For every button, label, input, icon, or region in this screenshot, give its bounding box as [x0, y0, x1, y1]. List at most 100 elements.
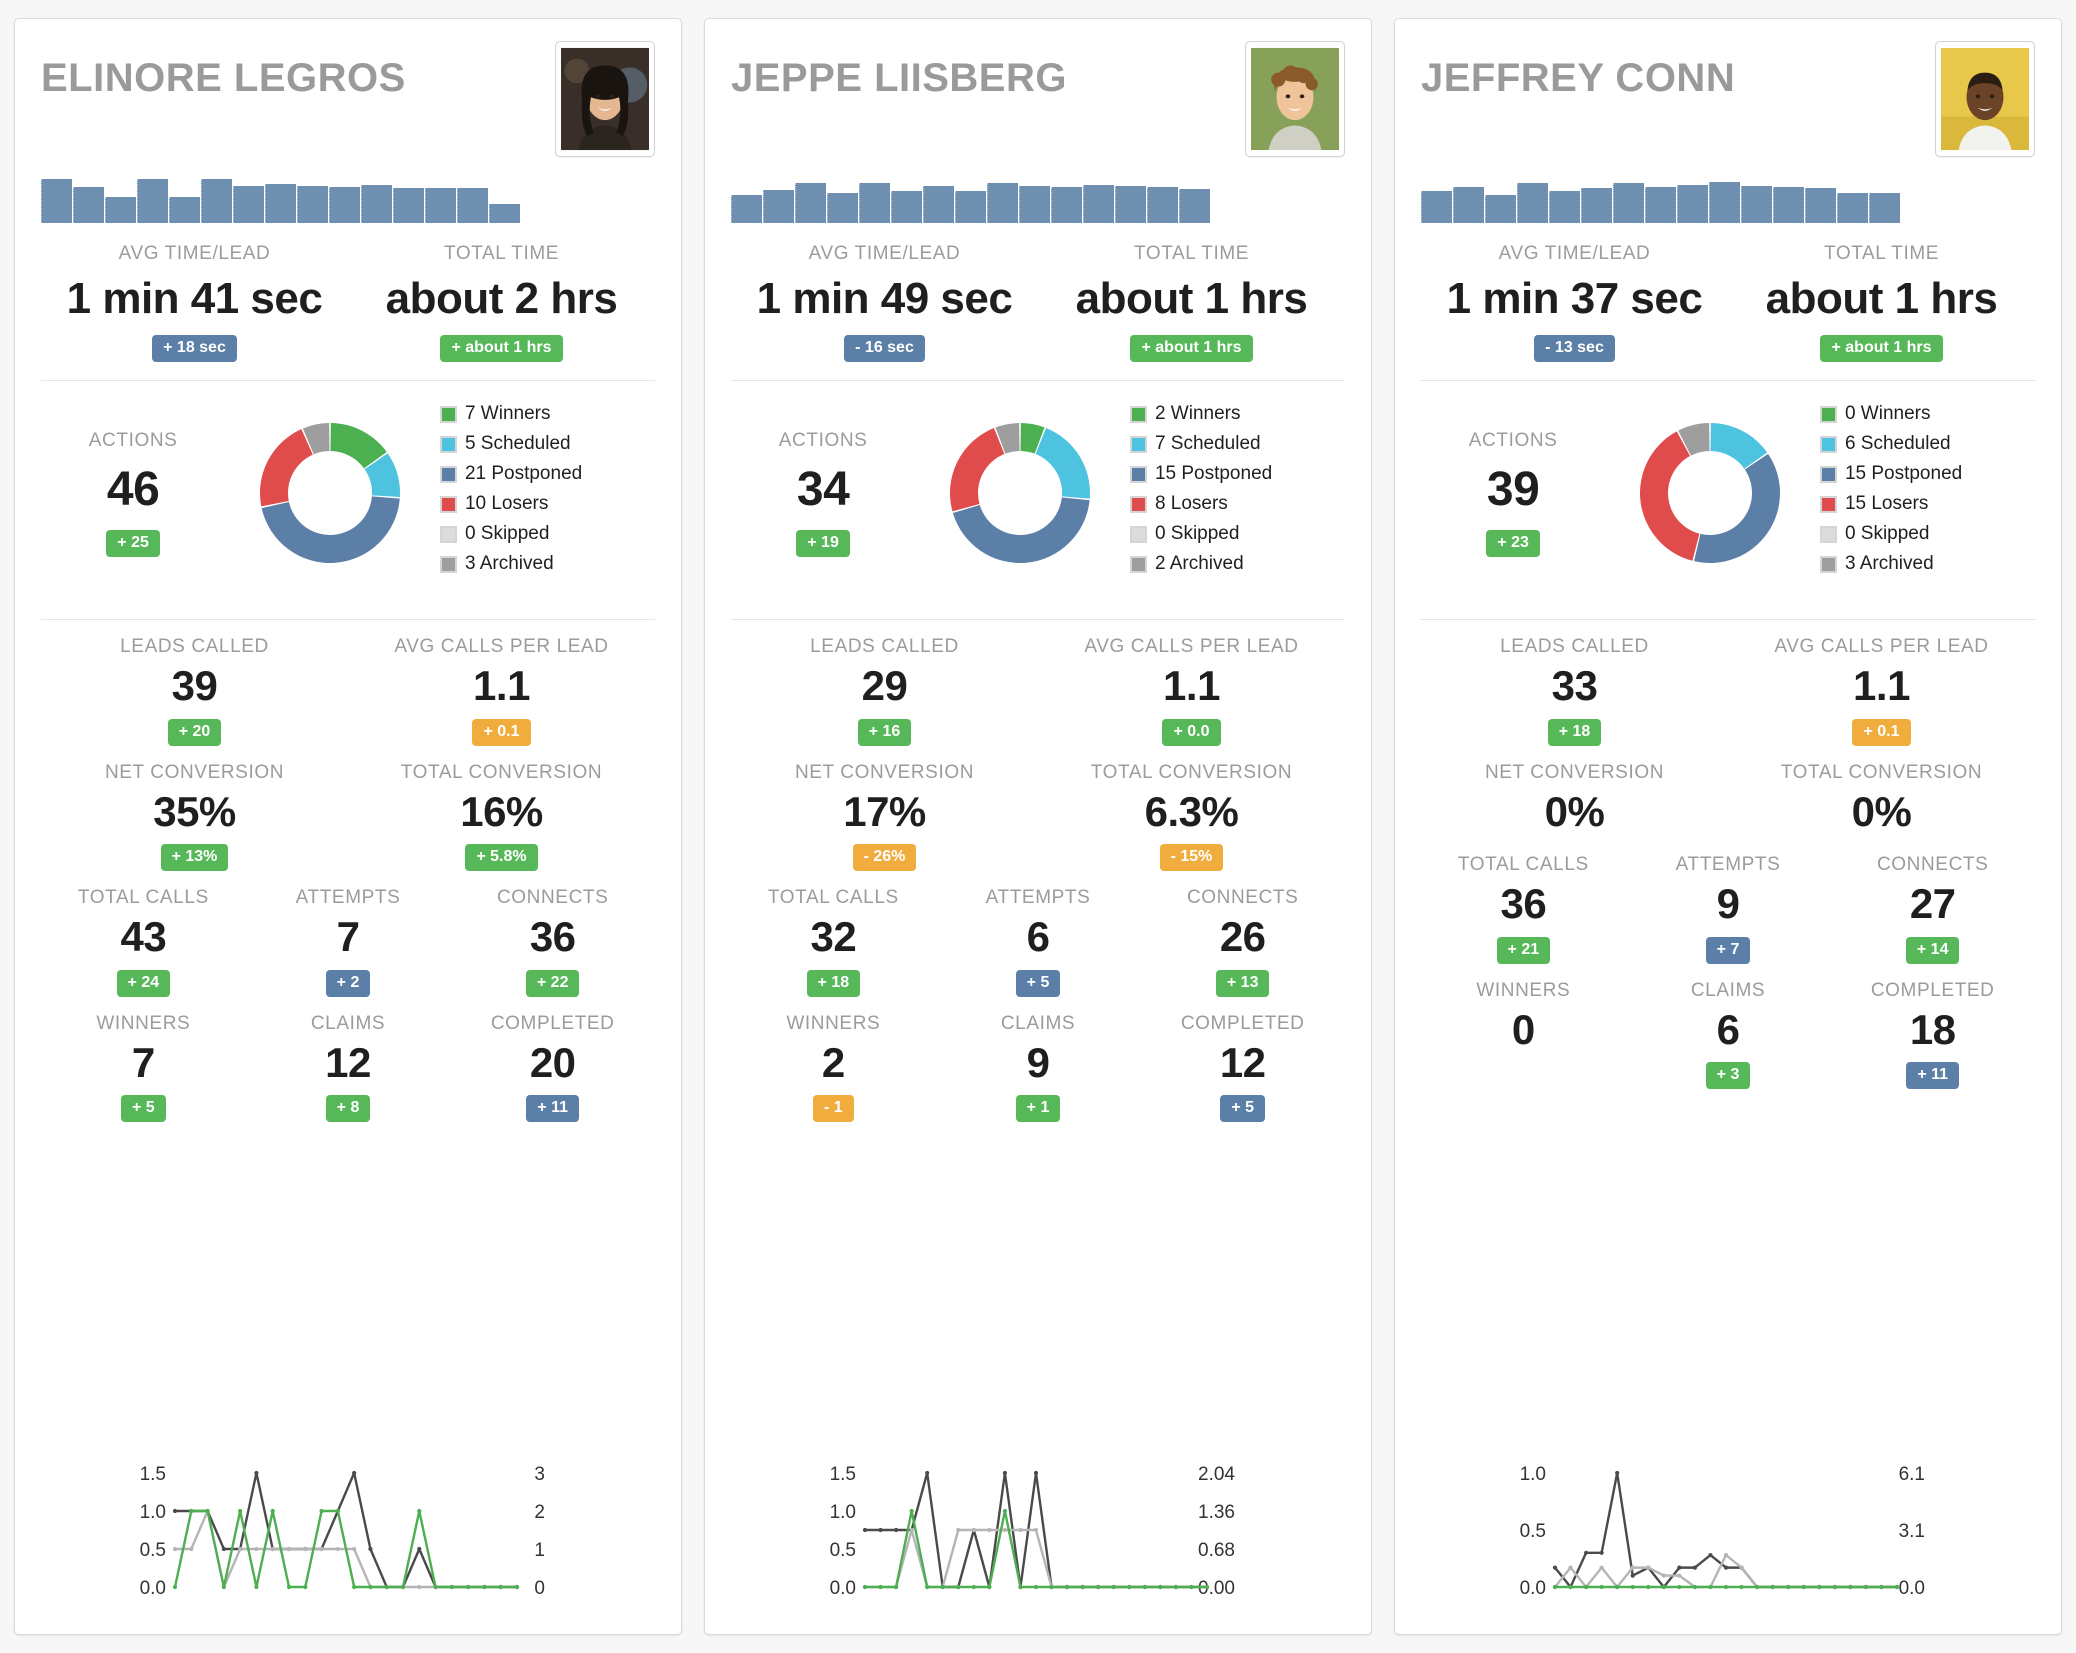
legend-item: 0 Winners [1819, 403, 2035, 425]
metric-delta-wrap-connects: + 22 [450, 964, 655, 997]
metric-value-connects: 36 [529, 913, 576, 960]
metric-value-avg-time-lead: 1 min 41 sec [66, 274, 323, 323]
actions-section: ACTIONS 46 + 25 7 Winners 5 Scheduled 21 Post… [41, 381, 655, 601]
metric-delta-total-time: + about 1 hrs [1130, 335, 1253, 362]
sparkline-bar [1549, 191, 1580, 223]
metric-value-completed: 20 [529, 1038, 576, 1086]
metric-label-total-time: TOTAL TIME [1823, 243, 1940, 264]
metric-delta-attempts: + 5 [1015, 969, 1061, 997]
metric-avg-time-lead: AVG TIME/LEAD 1 min 41 sec + 18 sec [41, 243, 348, 362]
metric-value-connects: 26 [1219, 913, 1266, 960]
legend-label: 15 Losers [1844, 493, 1929, 514]
person-name: JEPPE LIISBERG [731, 56, 1067, 100]
metric-winners: WINNERS 7 + 5 [41, 1012, 246, 1122]
metric-label-leads-called: LEADS CALLED [120, 636, 269, 657]
legend-swatch-skipped-icon [439, 525, 457, 543]
metric-claims: CLAIMS 6 + 3 [1626, 980, 1831, 1089]
legend-item: 0 Skipped [1129, 523, 1345, 545]
activity-sparkline [731, 175, 1210, 223]
metric-value-avg-calls-per-lead: 1.1 [1853, 662, 1910, 709]
svg-text:1.0: 1.0 [140, 1502, 166, 1523]
person-name: JEFFREY CONN [1421, 56, 1736, 100]
metric-value-winners: 2 [821, 1038, 845, 1086]
sparkline-bar [361, 184, 392, 223]
metric-label-winners: WINNERS [96, 1012, 191, 1034]
actions-summary: ACTIONS 34 + 19 [731, 430, 915, 557]
actions-delta: + 25 [106, 529, 160, 557]
avatar-image [561, 47, 649, 151]
card-header: ELINORE LEGROS [41, 41, 655, 181]
metric-delta-claims: + 1 [1015, 1095, 1061, 1122]
metric-delta-avg-time-lead: + 18 sec [152, 335, 237, 362]
metric-delta-attempts: + 7 [1705, 936, 1751, 964]
svg-text:0.5: 0.5 [1520, 1521, 1546, 1542]
sparkline-bar [1421, 191, 1452, 223]
metric-delta-wrap-attempts: + 5 [936, 964, 1141, 997]
sparkline-bar [1083, 184, 1114, 223]
metric-value-avg-calls-per-lead: 1.1 [473, 662, 530, 709]
legend-swatch-skipped-icon [1129, 525, 1147, 543]
conversion-metrics: NET CONVERSION 17% - 26% TOTAL CONVERSION 6.… [731, 746, 1345, 871]
metric-completed: COMPLETED 20 + 11 [450, 1013, 655, 1122]
actions-delta-wrap: + 23 [1421, 520, 1605, 557]
svg-text:1: 1 [534, 1540, 545, 1561]
metric-value-total-conversion: 0% [1851, 787, 1912, 835]
call-metrics: TOTAL CALLS 36 + 21 ATTEMPTS 9 + 7 CONNECTS 27 +… [1421, 838, 2035, 964]
avatar [1935, 41, 2035, 157]
metric-label-total-conversion: TOTAL CONVERSION [1090, 761, 1293, 783]
donut-legend: 7 Winners 5 Scheduled 21 Postponed 10 Loser… [434, 403, 655, 583]
avatar [1245, 41, 1345, 157]
metric-delta-wrap-attempts: + 7 [1626, 931, 1831, 964]
metric-delta-wrap-leads-called: + 16 [731, 713, 1038, 746]
metric-delta-wrap-claims: + 1 [936, 1089, 1141, 1122]
metric-delta-attempts: + 2 [325, 969, 371, 997]
metric-leads-called: LEADS CALLED 29 + 16 [731, 636, 1038, 746]
sparkline-bar [1869, 193, 1900, 223]
metric-value-net-conversion: 17% [843, 787, 926, 835]
metric-label-attempts: ATTEMPTS [985, 887, 1091, 908]
outcome-metrics: WINNERS 0 CLAIMS 6 + 3 COMPLETED 18 + 11 [1421, 964, 2035, 1089]
actions-section: ACTIONS 39 + 23 0 Winners 6 Scheduled 15 Post… [1421, 381, 2035, 601]
legend-item: 6 Scheduled [1819, 433, 2035, 455]
time-metrics: AVG TIME/LEAD 1 min 49 sec - 16 sec TOTAL T… [731, 223, 1345, 362]
sparkline-bar [265, 183, 296, 223]
metric-delta-total-calls: + 21 [1496, 936, 1551, 964]
legend-swatch-scheduled-icon [439, 435, 457, 453]
metric-delta-wrap-claims: + 8 [246, 1089, 451, 1122]
sparkline-bar [1517, 182, 1548, 223]
sparkline-bar [923, 185, 954, 223]
sparkline-bar [1677, 184, 1708, 223]
metric-delta-wrap-claims: + 3 [1626, 1056, 1831, 1089]
sparkline-bar [1019, 185, 1050, 223]
metric-leads-called: LEADS CALLED 39 + 20 [41, 636, 348, 746]
metric-delta-wrap-avg-time-lead: - 13 sec [1421, 326, 1728, 362]
legend-label: 7 Scheduled [1154, 433, 1261, 454]
legend-item: 15 Postponed [1129, 463, 1345, 485]
metric-value-total-time: about 2 hrs [385, 274, 618, 323]
time-metrics: AVG TIME/LEAD 1 min 37 sec - 13 sec TOTAL T… [1421, 223, 2035, 362]
legend-swatch-postponed-icon [1819, 465, 1837, 483]
metric-delta-avg-time-lead: - 16 sec [844, 335, 925, 362]
sparkline-bar [297, 185, 328, 223]
sparkline-bar [1581, 188, 1612, 223]
legend-item: 15 Losers [1819, 493, 2035, 515]
sparkline-bar [891, 191, 922, 223]
metric-value-winners: 7 [131, 1038, 155, 1086]
metric-connects: CONNECTS 36 + 22 [450, 887, 655, 997]
metric-delta-completed: + 11 [526, 1095, 580, 1122]
sparkline-bar [1773, 187, 1804, 223]
metric-total-time: TOTAL TIME about 2 hrs + about 1 hrs [348, 243, 655, 362]
metric-value-total-calls: 36 [1500, 880, 1547, 927]
metric-delta-wrap-total-calls: + 21 [1421, 931, 1626, 964]
legend-swatch-postponed-icon [1129, 465, 1147, 483]
metric-avg-time-lead: AVG TIME/LEAD 1 min 49 sec - 16 sec [731, 243, 1038, 362]
legend-label: 5 Scheduled [464, 433, 571, 454]
legend-label: 10 Losers [464, 493, 549, 514]
outcome-metrics: WINNERS 7 + 5 CLAIMS 12 + 8 COMPLETED 20 + 11 [41, 997, 655, 1122]
metric-total-time: TOTAL TIME about 1 hrs + about 1 hrs [1728, 243, 2035, 362]
metric-value-net-conversion: 0% [1544, 787, 1605, 835]
metric-delta-connects: + 22 [525, 969, 580, 997]
metric-value-attempts: 7 [336, 913, 360, 960]
sparkline-bar [1645, 187, 1676, 223]
metric-delta-wrap-total-conversion: - 15% [1038, 838, 1345, 871]
